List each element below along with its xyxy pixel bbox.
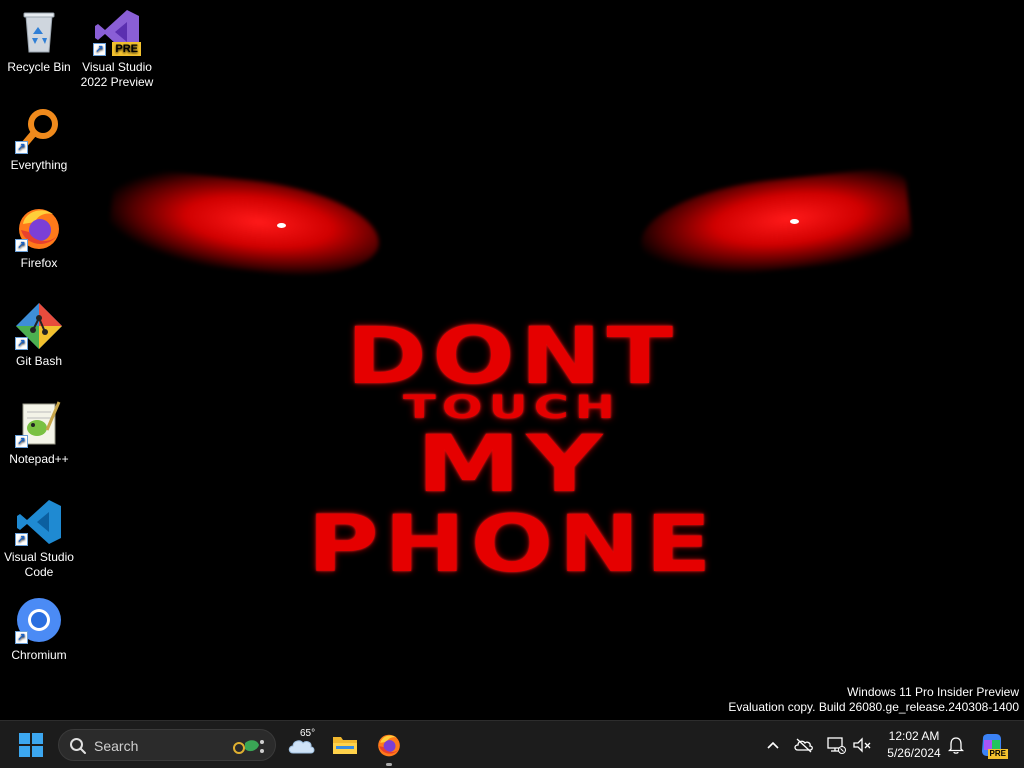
wallpaper-right-eye [636, 166, 914, 284]
search-label: Search [94, 738, 139, 754]
cloud-offline-icon [794, 738, 813, 753]
recycle-bin-icon [15, 8, 63, 56]
search-highlight-icon [233, 740, 264, 754]
desktop: DONT TOUCH MY PHONE Recycle Bin PRE ↗ Vi… [0, 0, 1024, 720]
watermark-build: Evaluation copy. Build 26080.ge_release.… [728, 700, 1019, 714]
desktop-icon-recycle-bin[interactable]: Recycle Bin [1, 8, 77, 75]
desktop-icon-git-bash[interactable]: ↗ Git Bash [1, 302, 77, 369]
shortcut-arrow-icon: ↗ [15, 533, 28, 546]
wallpaper-text-phone: PHONE [307, 500, 717, 590]
desktop-icon-label: Visual Studio Code [4, 550, 74, 579]
taskbar-clock[interactable]: 12:02 AM 5/26/2024 [880, 728, 948, 762]
tray-network[interactable] [825, 734, 847, 756]
desktop-icon-label: Everything [10, 158, 68, 172]
firefox-icon: ↗ [15, 204, 63, 252]
clock-date: 5/26/2024 [887, 746, 941, 760]
copilot-preview-badge: PRE [987, 749, 1008, 759]
show-hidden-icons-button[interactable] [762, 734, 784, 756]
everything-search-icon: ↗ [15, 106, 63, 154]
search-icon [70, 738, 86, 754]
shortcut-arrow-icon: ↗ [15, 141, 28, 154]
speaker-muted-icon [853, 737, 871, 753]
vscode-icon: ↗ [15, 498, 63, 546]
preview-badge: PRE [112, 42, 141, 56]
taskbar-search-box[interactable]: Search [58, 729, 276, 761]
notepad-plus-plus-icon: ↗ [15, 400, 63, 448]
desktop-icon-label: Chromium [11, 648, 67, 662]
shortcut-arrow-icon: ↗ [15, 239, 28, 252]
tray-onedrive[interactable] [793, 734, 815, 756]
network-disconnected-icon [827, 737, 846, 754]
desktop-icon-label: Recycle Bin [7, 60, 71, 74]
wallpaper: DONT TOUCH MY PHONE [0, 0, 1024, 720]
visual-studio-preview-icon: PRE ↗ [93, 8, 141, 56]
wallpaper-text-my: MY [416, 420, 608, 510]
folder-icon [333, 737, 357, 754]
desktop-icon-label: Git Bash [15, 354, 63, 368]
right-eye-glint [790, 219, 799, 224]
desktop-icon-visual-studio-preview[interactable]: PRE ↗ Visual Studio 2022 Preview [79, 8, 155, 90]
shortcut-arrow-icon: ↗ [15, 435, 28, 448]
notifications-button[interactable] [945, 734, 967, 756]
desktop-icon-chromium[interactable]: ↗ Chromium [1, 596, 77, 663]
clock-time: 12:02 AM [888, 729, 940, 743]
chevron-up-icon [767, 741, 779, 749]
weather-temperature: 65° [300, 728, 316, 739]
taskbar: Search 65° 12:02 AM 5/26/2024 PRE [0, 720, 1024, 768]
left-eye-glint [277, 223, 286, 228]
watermark-edition: Windows 11 Pro Insider Preview [847, 685, 1019, 699]
shortcut-arrow-icon: ↗ [93, 43, 106, 56]
chromium-icon: ↗ [15, 596, 63, 644]
desktop-icon-label: Visual Studio 2022 Preview [80, 60, 154, 89]
windows-watermark: Windows 11 Pro Insider Preview Evaluatio… [728, 685, 1019, 715]
wallpaper-left-eye [106, 166, 384, 284]
shortcut-arrow-icon: ↗ [15, 631, 28, 644]
git-bash-icon: ↗ [15, 302, 63, 350]
copilot-button[interactable]: PRE [978, 731, 1008, 759]
windows-logo-icon [19, 733, 43, 757]
tray-volume[interactable] [851, 734, 873, 756]
running-indicator [386, 763, 392, 766]
taskbar-file-explorer[interactable] [327, 727, 363, 763]
desktop-icon-everything[interactable]: ↗ Everything [1, 106, 77, 173]
desktop-icon-notepad-plus-plus[interactable]: ↗ Notepad++ [1, 400, 77, 467]
start-button[interactable] [14, 729, 48, 761]
desktop-icon-vscode[interactable]: ↗ Visual Studio Code [1, 498, 77, 580]
shortcut-arrow-icon: ↗ [15, 337, 28, 350]
desktop-icon-label: Firefox [20, 256, 58, 270]
desktop-icon-firefox[interactable]: ↗ Firefox [1, 204, 77, 271]
firefox-icon [378, 734, 400, 757]
bell-icon [948, 737, 964, 754]
desktop-icon-label: Notepad++ [9, 452, 69, 466]
taskbar-firefox[interactable] [371, 727, 407, 766]
